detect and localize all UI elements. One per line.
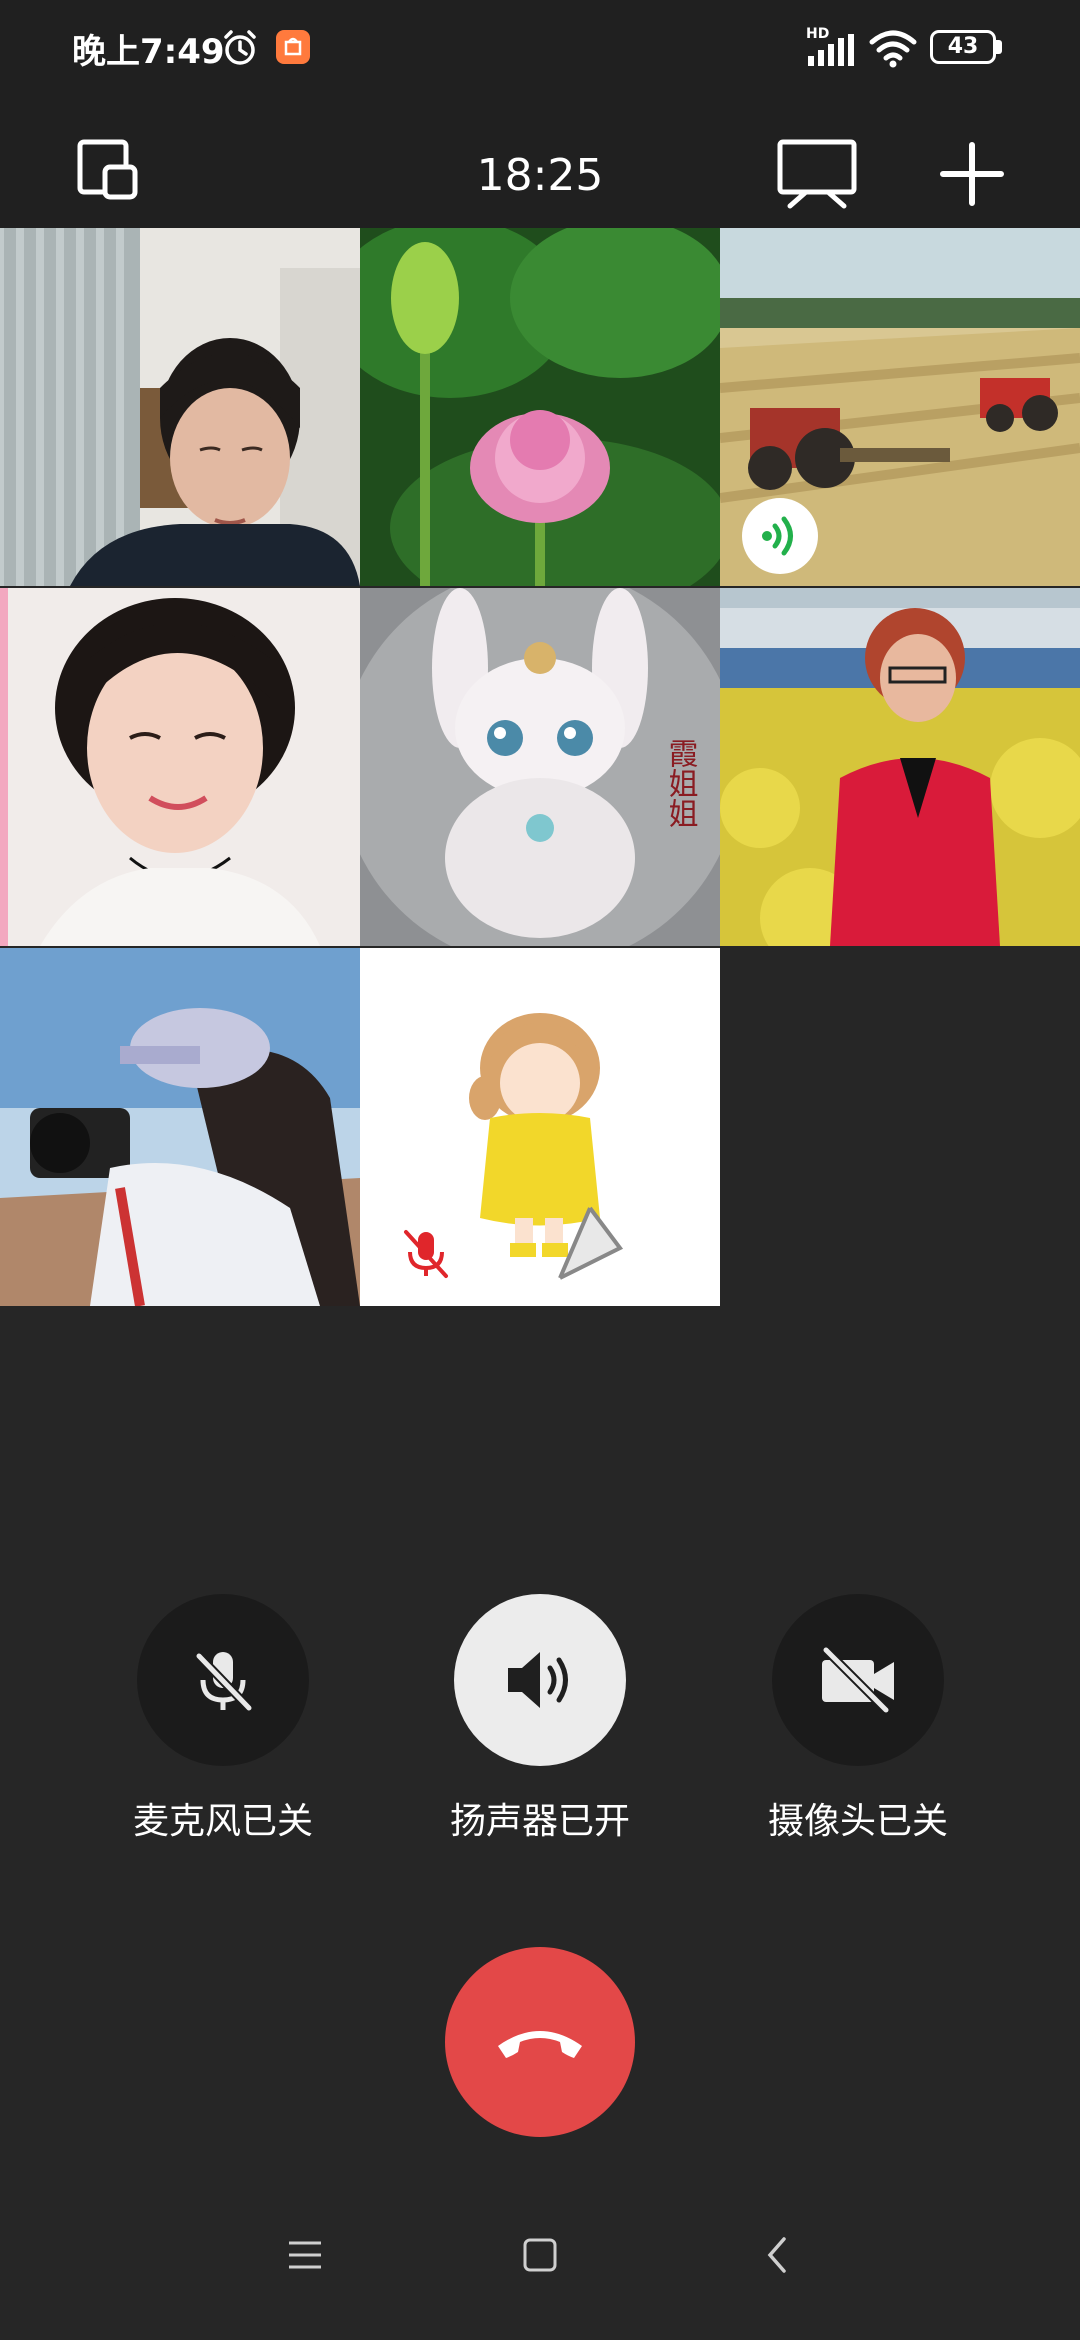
menu-nav-button[interactable]	[270, 2220, 340, 2290]
participant-tile[interactable]	[0, 228, 360, 586]
system-nav-bar	[0, 2220, 1080, 2340]
speaking-icon	[762, 516, 793, 556]
add-participant-button[interactable]	[934, 136, 1010, 212]
speaker-toggle-button[interactable]	[454, 1594, 626, 1766]
speaker-control: 扬声器已开	[420, 1594, 660, 1844]
status-bar: 晚上7:49 HD 43	[0, 0, 1080, 100]
wifi-icon	[869, 30, 917, 68]
home-nav-button[interactable]	[505, 2220, 575, 2290]
participant-video	[0, 948, 360, 1306]
camera-status-label: 摄像头已关	[767, 1801, 948, 1842]
participant-tile[interactable]	[360, 228, 720, 586]
speaker-on-icon	[508, 1652, 568, 1708]
screen-share-icon	[777, 139, 857, 209]
participant-video	[0, 228, 360, 586]
home-icon	[523, 2238, 557, 2272]
participant-tile[interactable]	[0, 948, 360, 1306]
hang-up-button[interactable]	[445, 1947, 635, 2137]
camera-control: 摄像头已关	[738, 1594, 978, 1844]
speaker-status-label: 扬声器已开	[449, 1801, 630, 1842]
mic-muted-icon	[404, 1230, 448, 1278]
app-notification-icon	[276, 30, 310, 64]
participant-tile[interactable]: 霞姐姐	[360, 588, 720, 946]
call-timer: 18:25	[476, 150, 604, 201]
participant-tile[interactable]	[720, 588, 1080, 946]
muted-indicator	[396, 1222, 456, 1282]
add-participant-icon	[940, 142, 1004, 206]
call-top-bar: 18:25	[0, 100, 1080, 228]
status-time: 晚上7:49	[72, 32, 225, 72]
battery-nub	[996, 40, 1002, 54]
camera-off-icon	[821, 1645, 894, 1715]
participant-video: 霞姐姐	[360, 588, 720, 946]
participant-video	[360, 228, 720, 586]
mic-control: 麦克风已关	[103, 1594, 343, 1844]
mic-off-icon	[194, 1651, 254, 1713]
participant-tile[interactable]	[360, 948, 720, 1306]
mic-status-label: 麦克风已关	[132, 1801, 313, 1842]
battery-icon: 43	[930, 30, 996, 64]
mic-toggle-button[interactable]	[137, 1594, 309, 1766]
screen-share-button[interactable]	[776, 136, 858, 212]
battery-level: 43	[947, 34, 979, 59]
alarm-icon	[224, 30, 256, 65]
back-nav-button[interactable]	[742, 2220, 812, 2290]
signal-icon	[808, 34, 854, 66]
back-icon	[767, 2237, 786, 2273]
avatar-text: 霞姐姐	[663, 738, 698, 828]
participant-video	[0, 588, 360, 946]
phone-hangup-icon	[498, 2031, 582, 2058]
menu-icon	[289, 2241, 321, 2269]
speaking-indicator	[742, 498, 818, 574]
camera-toggle-button[interactable]	[772, 1594, 944, 1766]
participant-tile[interactable]	[720, 228, 1080, 586]
participant-video	[720, 588, 1080, 946]
participant-tile[interactable]	[0, 588, 360, 946]
